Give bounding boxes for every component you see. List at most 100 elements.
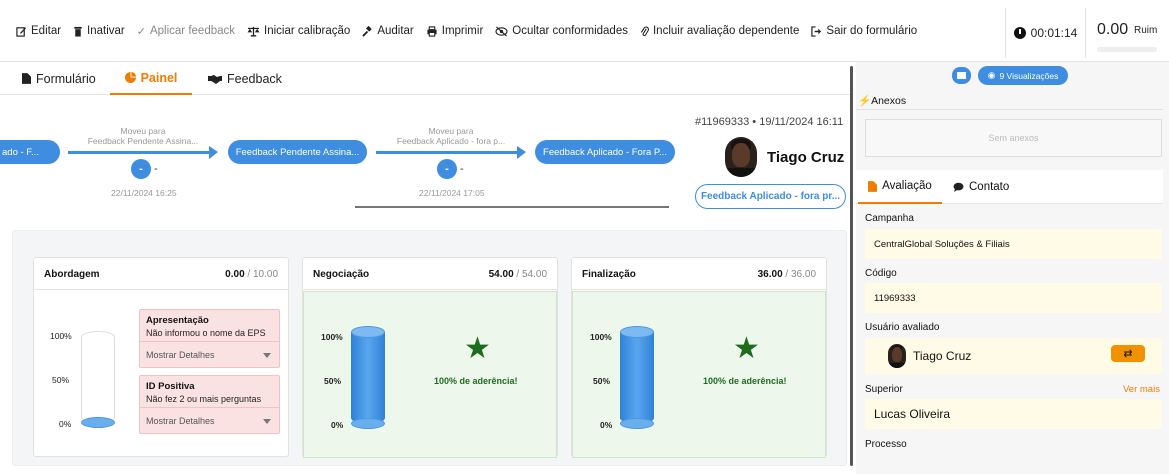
edit-button[interactable]: Editar bbox=[16, 25, 61, 37]
toolbar: Editar Inativar ✓ Aplicar feedback Inici… bbox=[0, 0, 1169, 62]
evaluated-user-field: Tiago Cruz ⇄ bbox=[865, 338, 1162, 374]
views-label: 9 Visualizações bbox=[999, 70, 1059, 81]
pie-chart-icon bbox=[124, 72, 136, 83]
campaign-value: CentralGlobal Soluções & Filiais bbox=[874, 239, 1010, 250]
progress-cylinder bbox=[81, 331, 115, 428]
include-dependent-label: Incluir avaliação dependente bbox=[652, 25, 800, 37]
tab-contato[interactable]: Contato bbox=[953, 170, 1009, 204]
printer-icon bbox=[427, 25, 437, 37]
timeline-dash: - bbox=[154, 163, 158, 175]
print-button[interactable]: Imprimir bbox=[426, 25, 484, 37]
see-more-link[interactable]: Ver mais bbox=[1123, 384, 1160, 395]
bolt-icon: ⚡ bbox=[858, 95, 872, 107]
hide-conformities-button[interactable]: Ocultar conformidades bbox=[495, 25, 628, 37]
card-score: 36.00 / 36.00 bbox=[758, 269, 816, 280]
right-tabs: Avaliação Contato bbox=[856, 170, 1163, 204]
caret-down-icon[interactable] bbox=[263, 353, 271, 358]
sign-out-icon bbox=[811, 25, 822, 37]
timeline-user-dot: - bbox=[131, 159, 151, 179]
adherence-text: 100% de aderência! bbox=[434, 376, 518, 386]
check-icon: ✓ bbox=[136, 25, 146, 38]
tab-avaliacao-label: Avaliação bbox=[882, 180, 932, 192]
app-root: Editar Inativar ✓ Aplicar feedback Inici… bbox=[0, 0, 1169, 474]
card-score-value: 0.00 bbox=[225, 269, 245, 280]
issue-card: Apresentação Não informou o nome da EPS … bbox=[139, 309, 280, 368]
tab-formulario[interactable]: Formulário bbox=[22, 62, 96, 95]
evaluated-user-label: Usuário avaliado bbox=[865, 322, 940, 333]
issue-card: ID Positiva Não fez 2 ou mais perguntas … bbox=[139, 375, 280, 434]
edit-icon bbox=[16, 26, 27, 37]
vertical-scrollbar[interactable] bbox=[850, 66, 853, 466]
timeline-status-pill[interactable]: ado - F... bbox=[0, 140, 60, 164]
apply-feedback-button[interactable]: ✓ Aplicar feedback bbox=[137, 25, 235, 38]
issue-description: Não informou o nome da EPS bbox=[146, 328, 266, 338]
no-attachments-box: Sem anexos bbox=[865, 119, 1162, 157]
timeline-move-line1: Moveu para bbox=[428, 126, 474, 136]
show-details-toggle[interactable]: Mostrar Detalhes bbox=[146, 350, 215, 360]
mail-button[interactable] bbox=[952, 67, 971, 84]
timeline-arrow bbox=[68, 146, 218, 159]
process-label: Processo bbox=[865, 439, 907, 450]
edit-label: Editar bbox=[31, 25, 62, 37]
card-finalizacao: Finalização 36.00 / 36.00 100% 50% 0% ★ … bbox=[571, 257, 827, 458]
start-calibration-button[interactable]: Iniciar calibração bbox=[247, 25, 350, 37]
timeline-move-line2: Feedback Aplicado - fora p... bbox=[396, 136, 506, 146]
trash-icon bbox=[74, 26, 82, 37]
timer: 00:01:14 bbox=[1005, 8, 1085, 58]
card-title: Negociação bbox=[313, 269, 370, 280]
document-id: #11969333 • 19/11/2024 16:11 bbox=[695, 116, 844, 128]
scale-icon bbox=[247, 26, 260, 37]
superior-label: Superior bbox=[865, 384, 903, 395]
clock-icon bbox=[1013, 27, 1026, 39]
card-score: 54.00 / 54.00 bbox=[489, 269, 547, 280]
caret-down-icon[interactable] bbox=[263, 419, 271, 424]
card-title: Finalização bbox=[582, 269, 636, 280]
pct-label: 50% bbox=[593, 376, 611, 386]
timeline-scrollbar[interactable] bbox=[355, 206, 669, 208]
tab-painel[interactable]: Painel bbox=[110, 62, 192, 95]
card-score-max: / 54.00 bbox=[513, 269, 547, 280]
evaluated-user-value: Tiago Cruz bbox=[913, 349, 972, 363]
timeline-move-text: Moveu para Feedback Aplicado - fora p... bbox=[380, 126, 522, 146]
card-score-max: / 36.00 bbox=[782, 269, 816, 280]
swap-user-button[interactable]: ⇄ bbox=[1111, 345, 1145, 362]
hide-conformities-label: Ocultar conformidades bbox=[512, 25, 628, 37]
status-badge[interactable]: Feedback Aplicado - fora pr... bbox=[695, 184, 846, 209]
pct-label: 100% bbox=[590, 332, 612, 342]
paperclip-icon bbox=[640, 25, 649, 36]
pct-label: 50% bbox=[52, 375, 70, 385]
chat-icon bbox=[953, 182, 964, 192]
inactivate-label: Inativar bbox=[87, 25, 125, 37]
show-details-toggle[interactable]: Mostrar Detalhes bbox=[146, 416, 215, 426]
pct-label: 100% bbox=[321, 332, 343, 342]
score-cards-area: Abordagem 0.00 / 10.00 100% 50% 0% Apres… bbox=[12, 230, 847, 466]
code-label: Código bbox=[865, 268, 897, 279]
print-label: Imprimir bbox=[441, 25, 484, 37]
refresh-icon: ⇄ bbox=[1123, 348, 1133, 360]
views-button[interactable]: ◉ 9 Visualizações bbox=[978, 66, 1068, 85]
timeline-status-pill[interactable]: Feedback Pendente Assina... bbox=[228, 140, 367, 164]
campaign-field: CentralGlobal Soluções & Filiais bbox=[865, 229, 1162, 259]
superior-value: Lucas Oliveira bbox=[874, 407, 951, 421]
pct-label: 0% bbox=[600, 420, 613, 430]
tab-avaliacao[interactable]: Avaliação bbox=[858, 170, 942, 204]
tab-feedback[interactable]: Feedback bbox=[208, 62, 282, 95]
audit-label: Auditar bbox=[377, 25, 414, 37]
apply-feedback-label: Aplicar feedback bbox=[149, 25, 236, 37]
campaign-label: Campanha bbox=[865, 213, 914, 224]
include-dependent-button[interactable]: Incluir avaliação dependente bbox=[640, 25, 799, 37]
main-tabs: Formulário Painel Feedback bbox=[0, 62, 852, 95]
timeline-status-pill[interactable]: Feedback Aplicado - Fora P... bbox=[535, 140, 675, 164]
eye-slash-icon bbox=[495, 25, 508, 37]
exit-form-button[interactable]: Sair do formulário bbox=[811, 25, 917, 37]
audit-button[interactable]: Auditar bbox=[362, 25, 414, 37]
inactivate-button[interactable]: Inativar bbox=[73, 25, 125, 37]
issue-description: Não fez 2 ou mais perguntas bbox=[146, 394, 262, 404]
pct-label: 0% bbox=[59, 419, 72, 429]
card-negociacao: Negociação 54.00 / 54.00 100% 50% 0% ★ 1… bbox=[302, 257, 558, 458]
code-value: 11969333 bbox=[874, 293, 916, 304]
pct-label: 50% bbox=[324, 376, 342, 386]
superior-field: Lucas Oliveira bbox=[865, 399, 1162, 429]
exit-form-label: Sair do formulário bbox=[826, 25, 918, 37]
pct-label: 100% bbox=[50, 331, 72, 341]
